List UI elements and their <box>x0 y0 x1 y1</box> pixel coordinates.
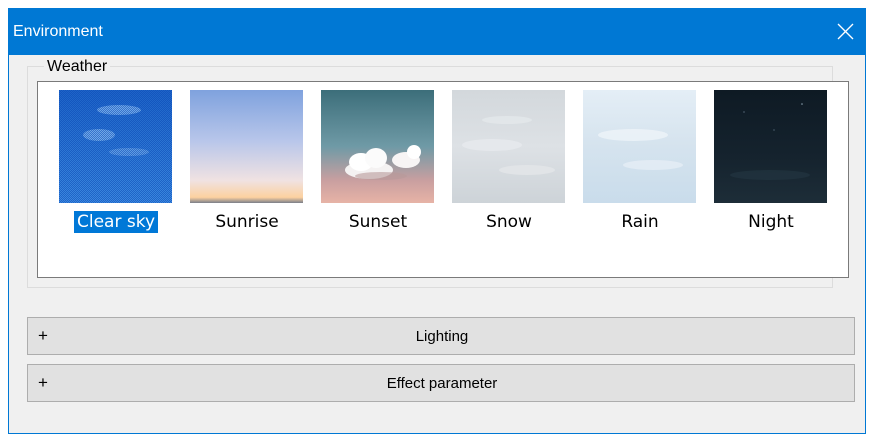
snow-thumbnail <box>452 90 565 203</box>
title-bar[interactable]: Environment <box>9 9 865 55</box>
lighting-section-label: Lighting <box>415 328 469 345</box>
weather-item-sunrise[interactable]: Sunrise <box>190 90 304 250</box>
sunrise-thumbnail <box>190 90 303 203</box>
weather-item-night[interactable]: Night <box>714 90 828 250</box>
weather-item-rain[interactable]: Rain <box>583 90 697 250</box>
weather-item-clear-sky[interactable]: Clear sky <box>59 90 173 250</box>
effect-parameter-section-label: Effect parameter <box>386 375 498 392</box>
effect-parameter-section-header[interactable]: + Effect parameter <box>27 364 855 402</box>
lighting-section-header[interactable]: + Lighting <box>27 317 855 355</box>
weather-item-label: Sunset <box>348 212 408 232</box>
night-thumbnail <box>714 90 827 203</box>
rain-thumbnail <box>583 90 696 203</box>
weather-group-label: Weather <box>44 57 111 77</box>
weather-item-label: Clear sky <box>73 211 159 233</box>
dialog-title: Environment <box>13 23 103 40</box>
sunset-thumbnail <box>321 90 434 203</box>
weather-item-label: Night <box>748 212 794 232</box>
weather-item-sunset[interactable]: Sunset <box>321 90 435 250</box>
weather-item-label: Sunrise <box>215 212 279 232</box>
weather-item-label: Rain <box>621 212 659 232</box>
close-button[interactable] <box>825 9 865 55</box>
close-icon <box>837 23 854 40</box>
weather-item-snow[interactable]: Snow <box>452 90 566 250</box>
weather-list[interactable]: Clear sky Sunrise Sunset Snow Rain Night <box>37 81 849 278</box>
clear-sky-thumbnail <box>59 90 172 203</box>
weather-item-label: Snow <box>486 212 532 232</box>
